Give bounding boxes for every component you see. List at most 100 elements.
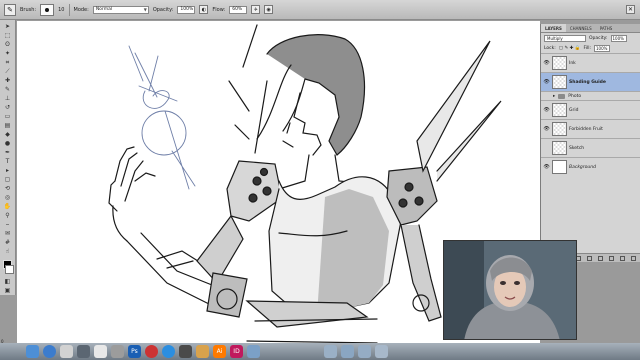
layer-row-forbidden-fruit[interactable]: 👁 Forbidden Fruit bbox=[541, 119, 640, 138]
screen-mode-icon[interactable]: ▣ bbox=[2, 287, 13, 295]
webcam-overlay bbox=[443, 240, 577, 340]
layer-row-grid[interactable]: 👁 Grid bbox=[541, 100, 640, 119]
stickies-icon[interactable] bbox=[196, 345, 209, 358]
3d-rotate-icon[interactable]: ⟲ bbox=[2, 185, 13, 193]
new-layer-icon[interactable] bbox=[620, 255, 625, 261]
flow-field[interactable]: 60% bbox=[229, 5, 248, 14]
path-select-icon[interactable]: ▸ bbox=[2, 167, 13, 175]
trash-icon[interactable] bbox=[631, 255, 636, 261]
eye-hidden-icon[interactable] bbox=[543, 145, 550, 152]
count-icon[interactable]: # bbox=[2, 239, 13, 247]
brush-icon[interactable]: ✎ bbox=[2, 86, 13, 94]
tab-layers[interactable]: LAYERS bbox=[541, 24, 566, 32]
eye-icon[interactable]: 👁 bbox=[543, 126, 550, 133]
mail-icon[interactable] bbox=[60, 345, 73, 358]
note-icon[interactable]: ✉ bbox=[2, 230, 13, 238]
magic-wand-icon[interactable]: ✦ bbox=[2, 50, 13, 58]
gradient-icon[interactable]: ▤ bbox=[2, 122, 13, 130]
layer-name: Shading Guide bbox=[569, 79, 606, 85]
pressure-opacity-icon[interactable]: ◐ bbox=[199, 5, 209, 14]
divider bbox=[68, 3, 70, 16]
close-icon[interactable]: ✕ bbox=[626, 5, 635, 14]
zoom-tool-icon[interactable]: ⚲ bbox=[2, 212, 13, 220]
mask-icon[interactable] bbox=[587, 255, 592, 261]
triangle-right-icon[interactable]: ▸ bbox=[553, 94, 555, 99]
eyedropper-icon[interactable]: ⟋ bbox=[2, 68, 13, 76]
applications-folder-icon[interactable] bbox=[341, 345, 354, 358]
finder-icon[interactable] bbox=[26, 345, 39, 358]
layer-thumbnail bbox=[552, 141, 567, 155]
type-tool-icon[interactable]: T bbox=[2, 158, 13, 166]
lock-icons[interactable]: ▢ ✎ ✚ 🔒 bbox=[559, 46, 581, 51]
itunes-icon[interactable] bbox=[145, 345, 158, 358]
calendar-icon[interactable] bbox=[111, 345, 124, 358]
illustrator-icon[interactable]: Ai bbox=[213, 345, 226, 358]
eye-icon[interactable]: 👁 bbox=[543, 60, 550, 67]
blend-mode-select[interactable]: Multiply bbox=[544, 34, 586, 42]
layer-row-background[interactable]: 👁 Background bbox=[541, 157, 640, 176]
fill-field[interactable]: 100% bbox=[594, 44, 610, 52]
panel-tabs: LAYERS CHANNELS PATHS bbox=[541, 24, 640, 33]
layer-name: Sketch bbox=[569, 145, 585, 151]
eye-icon[interactable]: 👁 bbox=[543, 164, 550, 171]
crop-tool-icon[interactable]: ⌗ bbox=[2, 59, 13, 67]
airbrush-icon[interactable]: ✈ bbox=[251, 5, 261, 14]
tab-paths[interactable]: PATHS bbox=[596, 24, 617, 32]
lock-label: Lock: bbox=[544, 45, 556, 51]
background-color-swatch[interactable] bbox=[5, 265, 14, 274]
layer-opacity-field[interactable]: 100% bbox=[610, 34, 627, 42]
move-tool-icon[interactable]: ➤ bbox=[2, 23, 13, 31]
layer-name: Grid bbox=[569, 107, 579, 113]
hand-tool-icon[interactable]: ✋ bbox=[2, 203, 13, 211]
adjustment-icon[interactable] bbox=[598, 255, 603, 261]
brush-preset-picker[interactable] bbox=[40, 3, 55, 16]
safari-icon[interactable] bbox=[43, 345, 56, 358]
trash-icon[interactable] bbox=[375, 345, 388, 358]
eye-icon[interactable]: 👁 bbox=[543, 107, 550, 114]
new-group-icon[interactable] bbox=[609, 255, 614, 261]
dodge-icon[interactable]: ● bbox=[2, 140, 13, 148]
terminal-icon[interactable] bbox=[179, 345, 192, 358]
pressure-size-icon[interactable]: ◉ bbox=[264, 5, 274, 14]
webcam-person-image bbox=[444, 241, 576, 339]
clone-stamp-icon[interactable]: ⊥ bbox=[2, 95, 13, 103]
layer-group-photo[interactable]: ▸ Photo bbox=[541, 91, 640, 100]
layer-row-sketch[interactable]: Sketch bbox=[541, 138, 640, 157]
skype-icon[interactable] bbox=[162, 345, 175, 358]
mac-dock: Ps Ai ID bbox=[0, 343, 640, 360]
3d-orbit-icon[interactable]: ◎ bbox=[2, 194, 13, 202]
quick-mask-icon[interactable]: ◧ bbox=[2, 278, 13, 286]
healing-brush-icon[interactable]: ✚ bbox=[2, 77, 13, 85]
stack-folder-icon[interactable] bbox=[358, 345, 371, 358]
ruler-icon[interactable]: ⎯ bbox=[2, 221, 13, 229]
eye-icon[interactable]: 👁 bbox=[543, 79, 550, 86]
blur-icon[interactable]: ◆ bbox=[2, 131, 13, 139]
textedit-icon[interactable] bbox=[94, 345, 107, 358]
lasso-tool-icon[interactable]: ʘ bbox=[2, 41, 13, 49]
opacity-value: 100% bbox=[180, 7, 194, 12]
smudge-icon[interactable]: ☝ bbox=[2, 248, 13, 256]
marquee-tool-icon[interactable]: ⬚ bbox=[2, 32, 13, 40]
shape-tool-icon[interactable]: ▢ bbox=[2, 176, 13, 184]
pen-tool-icon[interactable]: ✒ bbox=[2, 149, 13, 157]
flow-label: Flow: bbox=[212, 6, 226, 13]
mode-select[interactable]: Normal ▼ bbox=[92, 5, 149, 14]
layer-name: Ink bbox=[569, 60, 576, 66]
opacity-field[interactable]: 100% bbox=[177, 5, 196, 14]
layer-thumbnail bbox=[552, 75, 567, 89]
mode-label: Mode: bbox=[73, 6, 89, 13]
layer-row-ink[interactable]: 👁 Ink bbox=[541, 53, 640, 72]
eraser-icon[interactable]: ▭ bbox=[2, 113, 13, 121]
photoshop-icon[interactable]: Ps bbox=[128, 345, 141, 358]
tab-channels[interactable]: CHANNELS bbox=[566, 24, 596, 32]
preview-icon[interactable] bbox=[77, 345, 90, 358]
flow-value: 60% bbox=[232, 7, 243, 12]
layer-row-shading-guide[interactable]: 👁 Shading Guide bbox=[541, 72, 640, 91]
downloads-folder-icon[interactable] bbox=[324, 345, 337, 358]
documents-folder-icon[interactable] bbox=[247, 345, 260, 358]
indesign-icon[interactable]: ID bbox=[230, 345, 243, 358]
brush-tool-icon[interactable]: ✎ bbox=[4, 3, 16, 16]
history-brush-icon[interactable]: ↺ bbox=[2, 104, 13, 112]
lock-row: Lock: ▢ ✎ ✚ 🔒 Fill: 100% bbox=[541, 43, 640, 53]
layer-opacity-label: Opacity: bbox=[589, 35, 608, 41]
